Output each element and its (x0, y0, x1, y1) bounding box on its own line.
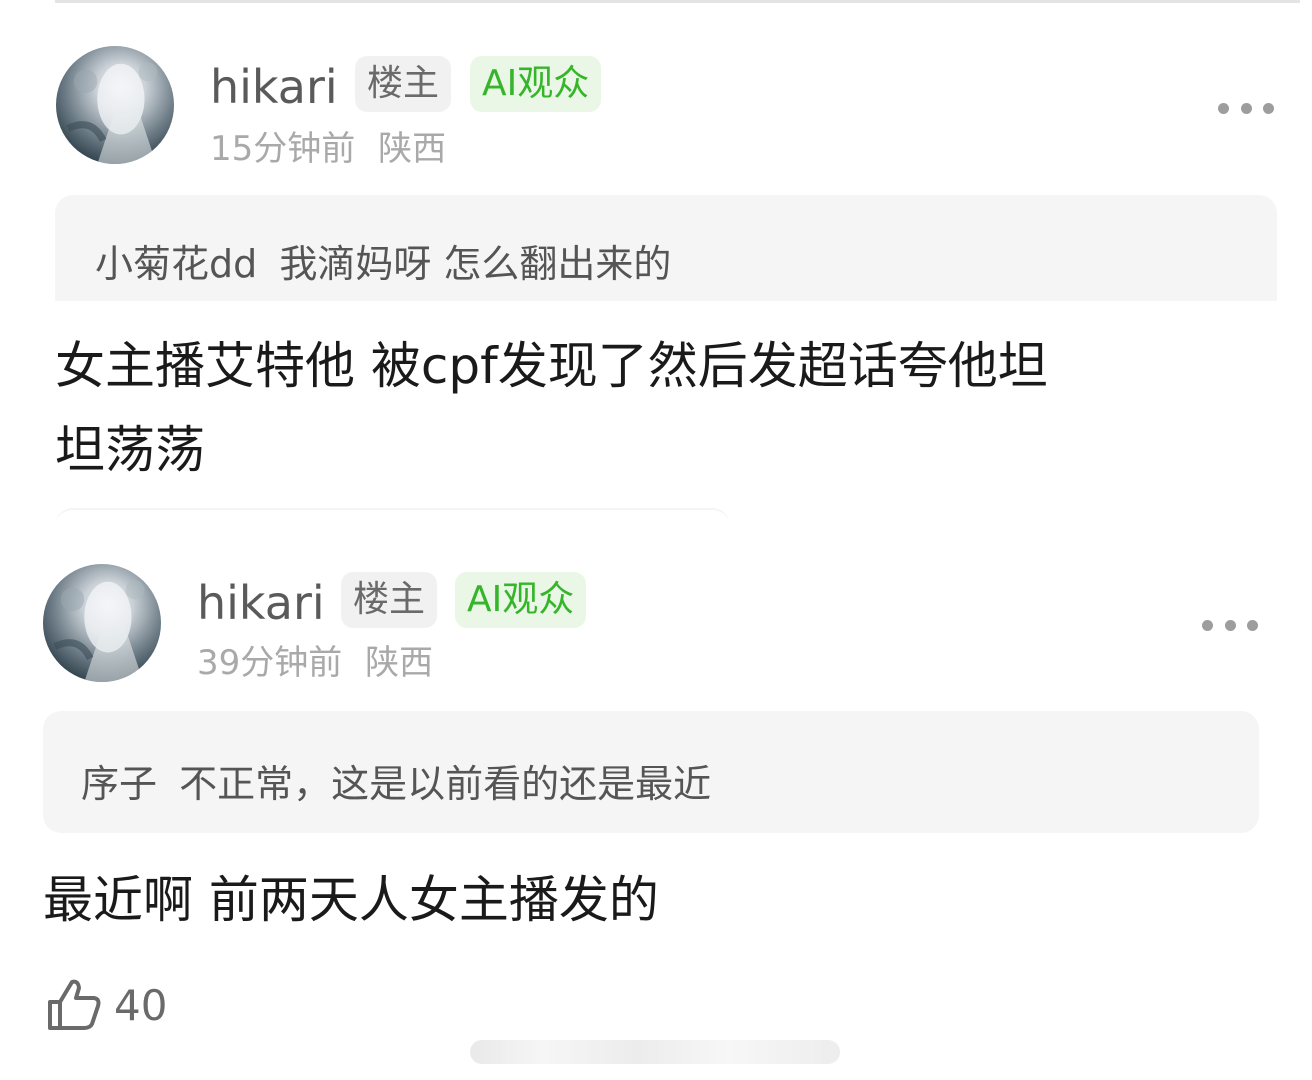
more-options-button[interactable] (1218, 98, 1274, 118)
comment-card: hikari 楼主 AI观众 15分钟前 陕西 小菊花dd 我滴妈呀 怎么翻出来… (0, 0, 1312, 540)
comment-time: 39分钟前 (197, 643, 343, 683)
comment-time: 15分钟前 (210, 129, 356, 169)
comment-location: 陕西 (365, 643, 434, 683)
more-dots-icon (1202, 619, 1213, 631)
avatar-image (66, 62, 158, 164)
avatar-image (53, 580, 145, 682)
quoted-comment[interactable]: 小菊花dd 我滴妈呀 怎么翻出来的 (55, 195, 1277, 301)
more-options-button[interactable] (1202, 615, 1258, 635)
quoted-username: 小菊花dd (95, 242, 258, 286)
reply-line: 女主播艾特他 被cpf发现了然后发超话夸他坦 (55, 337, 1048, 395)
comment-card: hikari 楼主 AI观众 39分钟前 陕西 序子 不正常，这是以前看的还是最… (0, 540, 1312, 1040)
avatar[interactable] (56, 46, 174, 164)
quoted-comment[interactable]: 序子 不正常，这是以前看的还是最近 (43, 711, 1259, 833)
username[interactable]: hikari (210, 64, 338, 110)
avatar[interactable] (43, 564, 161, 682)
like-count: 40 (114, 980, 168, 1030)
reply-line: 坦荡荡 (55, 421, 205, 479)
card-edge (55, 508, 730, 528)
thumbs-up-icon (48, 979, 101, 1030)
home-indicator[interactable] (470, 1040, 840, 1064)
ai-audience-badge[interactable]: AI观众 (470, 56, 602, 112)
comment-location: 陕西 (378, 129, 447, 169)
quoted-text: 不正常，这是以前看的还是最近 (179, 762, 712, 806)
like-button[interactable]: 40 (46, 978, 167, 1032)
reply-text: 最近啊 前两天人女主播发的 (43, 858, 1243, 942)
reply-text: 女主播艾特他 被cpf发现了然后发超话夸他坦 坦荡荡 (55, 324, 1255, 492)
more-dots-icon (1218, 102, 1229, 114)
quoted-username: 序子 (81, 762, 158, 806)
ai-audience-badge[interactable]: AI观众 (455, 572, 587, 628)
owner-badge: 楼主 (341, 572, 438, 628)
reply-line: 最近啊 前两天人女主播发的 (43, 871, 659, 929)
comment-meta: 15分钟前 陕西 (210, 132, 446, 166)
comment-meta: 39分钟前 陕西 (197, 646, 433, 680)
owner-badge: 楼主 (355, 56, 452, 112)
username[interactable]: hikari (197, 580, 325, 626)
quoted-text: 我滴妈呀 怎么翻出来的 (279, 242, 672, 286)
